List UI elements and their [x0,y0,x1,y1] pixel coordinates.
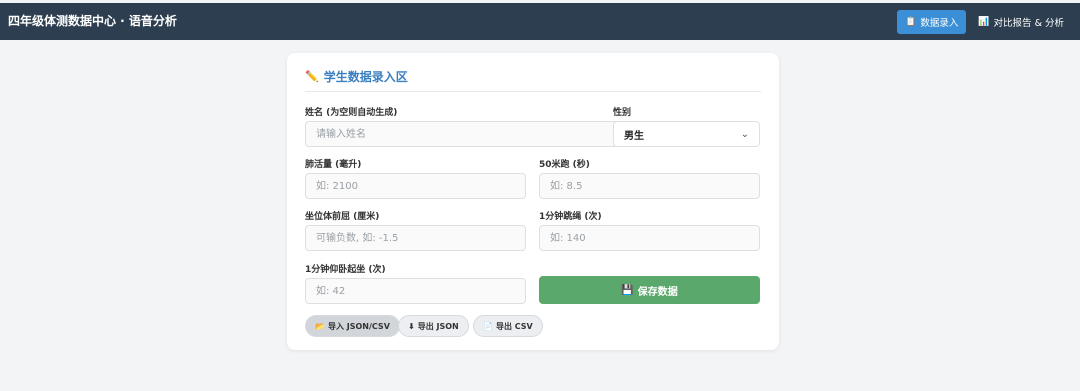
card-title-text: 学生数据录入区 [323,70,408,84]
nav-report-label: 对比报告 & 分析 [993,18,1064,29]
gender-label: 性别 [613,108,632,118]
floppy-disk-icon: 💾 [621,284,634,296]
nav-data-entry-label: 数据录入 [920,18,959,29]
app-title: 四年级体测数据中心 · 语音分析 [8,14,177,28]
export-json-button[interactable]: ⬇ 导出 JSON [398,315,469,337]
document-icon: 📄 [483,321,493,331]
export-csv-label: 导出 CSV [495,321,533,331]
save-button-label: 保存数据 [637,286,678,298]
gender-select[interactable]: 男生 ⌄ [613,121,760,147]
clipboard-icon: 📋 [905,17,917,27]
nav-report-button[interactable]: 📊 对比报告 & 分析 [970,10,1072,34]
chevron-down-icon: ⌄ [740,128,749,140]
situp-input[interactable] [305,278,526,304]
rope-skip-input[interactable] [539,225,760,251]
situp-label: 1分钟仰卧起坐 (次) [305,265,386,275]
name-input[interactable] [305,121,618,147]
save-button[interactable]: 💾 保存数据 [539,276,760,304]
gender-value: 男生 [624,130,644,142]
data-entry-card: ✏️ 学生数据录入区 姓名 (为空则自动生成) 性别 男生 ⌄ 肺活量 (毫升)… [287,53,779,350]
download-icon: ⬇ [408,321,415,331]
top-nav: 📋 数据录入 📊 对比报告 & 分析 [897,10,1072,34]
name-label: 姓名 (为空则自动生成) [305,108,398,118]
top-bar: 四年级体测数据中心 · 语音分析 📋 数据录入 📊 对比报告 & 分析 [0,3,1080,40]
title-divider [305,91,761,92]
lung-capacity-input[interactable] [305,173,526,199]
import-button-label: 导入 JSON/CSV [327,321,390,331]
pencil-icon: ✏️ [305,70,319,83]
card-title: ✏️ 学生数据录入区 [305,68,408,85]
lung-label: 肺活量 (毫升) [305,160,362,170]
run50-input[interactable] [539,173,760,199]
import-button[interactable]: 📂 导入 JSON/CSV [305,315,400,337]
run50-label: 50米跑 (秒) [539,160,590,170]
export-json-label: 导出 JSON [417,321,459,331]
folder-icon: 📂 [315,321,325,331]
sit-reach-label: 坐位体前屈 (厘米) [305,212,380,222]
nav-data-entry-button[interactable]: 📋 数据录入 [897,10,967,34]
sit-reach-input[interactable] [305,225,526,251]
export-csv-button[interactable]: 📄 导出 CSV [473,315,543,337]
rope-label: 1分钟跳绳 (次) [539,212,602,222]
bar-chart-icon: 📊 [978,17,990,27]
